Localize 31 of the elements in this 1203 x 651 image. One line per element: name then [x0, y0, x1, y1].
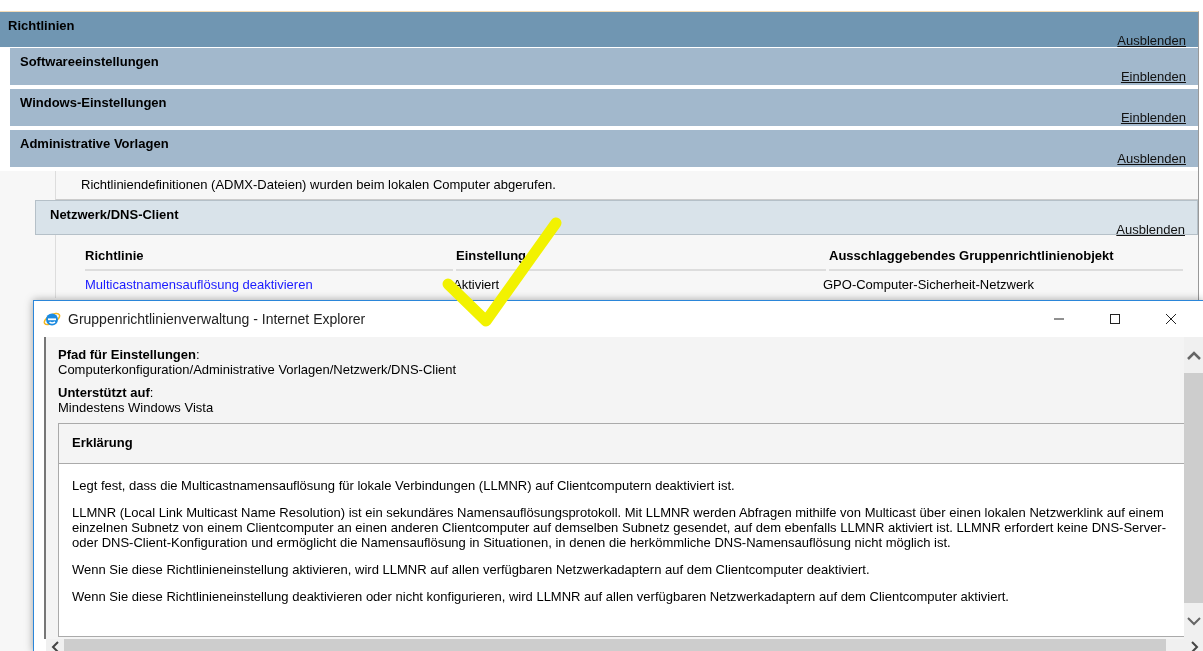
column-header: Richtlinie: [85, 245, 453, 271]
paragraph: Wenn Sie diese Richtlinieneinstellung aktivieren, wird LLMNR auf allen verfügbaren Netzwerkadaptern auf dem Clientcomputer deaktiviert.: [72, 562, 871, 577]
field-label: Pfad für Einstellungen:: [58, 347, 201, 362]
field-value: Computerkonfiguration/Administrative Vorlagen/Netzwerk/DNS-Client: [58, 362, 458, 377]
section-title: Richtlinien: [8, 18, 75, 33]
vertical-scrollbar[interactable]: [1184, 337, 1203, 639]
toggle-link[interactable]: Ausblenden: [1117, 33, 1186, 48]
section-title: Windows-Einstellungen: [20, 95, 167, 110]
policy-link[interactable]: Multicastnamensauflösung deaktivieren: [85, 277, 313, 292]
browser-icon: [43, 310, 61, 328]
maximize-icon[interactable]: [1109, 313, 1121, 325]
panel-heading: Erklärung: [59, 424, 1184, 464]
section-title: Administrative Vorlagen: [20, 136, 169, 151]
section-title: Netzwerk/DNS-Client: [50, 207, 179, 222]
toggle-link[interactable]: Einblenden: [1120, 110, 1186, 125]
toggle-link[interactable]: Ausblenden: [1116, 222, 1185, 237]
column-header: Einstellung: [456, 245, 826, 271]
column-header: Ausschlaggebendes Gruppenrichtlinienobjekt: [829, 245, 1183, 271]
toggle-link[interactable]: Einblenden: [1120, 69, 1186, 84]
section-title: Softwareeinstellungen: [20, 54, 159, 69]
scrollbar-thumb[interactable]: [1184, 373, 1203, 603]
window-title: Gruppenrichtlinienverwaltung - Internet Explorer: [68, 311, 366, 327]
paragraph: Legt fest, dass die Multicastnamensauflösung für lokale Verbindungen (LLMNR) auf Clientcomputern deaktiviert ist.: [72, 478, 736, 493]
table-cell: GPO-Computer-Sicherheit-Netzwerk: [823, 277, 1034, 292]
field-value: Mindestens Windows Vista: [58, 400, 215, 415]
info-message: Richtliniendefinitionen (ADMX-Dateien) wurden beim lokalen Computer abgerufen.: [55, 171, 1198, 200]
field-label: Unterstützt auf:: [58, 385, 155, 400]
paragraph: Wenn Sie diese Richtlinieneinstellung deaktivieren oder nicht konfigurieren, wird LLMNR auf allen verfügbaren Netzwerkadaptern auf dem Clientcomputer aktiviert.: [72, 589, 1010, 604]
toggle-link[interactable]: Ausblenden: [1117, 151, 1186, 166]
paragraph: LLMNR (Local Link Multicast Name Resolution) ist ein sekundäres Namensauflösungsprotokoll. Mit LLMNR werden Abfragen mithilfe von Multicast über einen lokalen Netzwerklink auf einem einzelnen Subnetz von einem Clientcomputer an einen anderen Clientcomputer auf demselben Subnetz gesendet, auf dem ebenfalls LLMNR aktiviert ist. LLMNR erfordert keine DNS-Server- oder DNS-Client-Konfiguration und ermöglicht die Namensauflösung in Situationen, in denen die herkömmliche DNS-Namensauflösung nicht möglich ist.: [72, 505, 1168, 550]
close-icon[interactable]: [1165, 313, 1177, 325]
